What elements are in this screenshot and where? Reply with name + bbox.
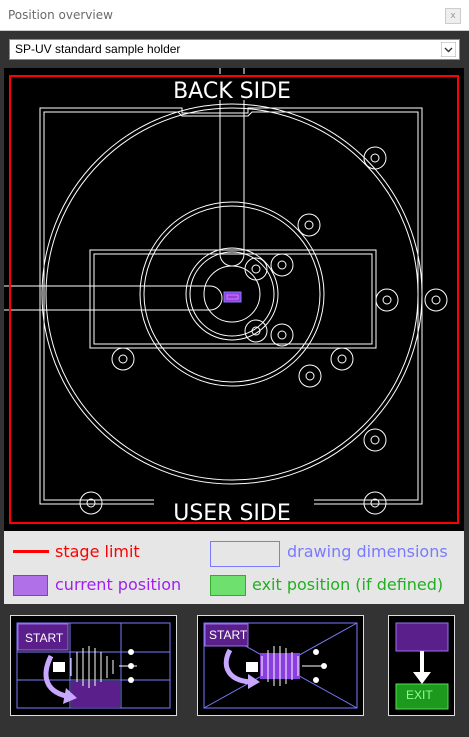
left-slot (4, 285, 223, 311)
legend-stage-limit: stage limit (55, 542, 140, 561)
sample-holder-value: SP-UV standard sample holder (15, 42, 181, 56)
window-title: Position overview (8, 8, 113, 22)
legend-current-position: current position (55, 575, 182, 594)
move-start-grid-button[interactable]: START (10, 615, 177, 716)
legend-drawing-dimensions: drawing dimensions (287, 542, 448, 561)
legend-exit-position: exit position (if defined) (252, 575, 444, 594)
move-exit-button[interactable]: EXIT (388, 615, 455, 716)
close-icon: x (450, 11, 456, 21)
legend-panel: stage limit drawing dimensions current p… (4, 531, 464, 604)
start-label: START (25, 631, 64, 645)
sample-holder-select[interactable]: SP-UV standard sample holder (9, 39, 460, 60)
current-position-swatch (13, 575, 48, 596)
current-position-marker (223, 291, 242, 303)
chevron-down-icon[interactable] (441, 42, 456, 57)
exit-label: EXIT (406, 688, 433, 702)
move-start-diagonal-button[interactable]: START (197, 615, 364, 716)
back-side-label: BACK SIDE (173, 79, 291, 104)
start-label-2: START (209, 628, 248, 642)
user-side-label: USER SIDE (173, 501, 291, 526)
stage-drawing: BACK SIDE USER SIDE (4, 68, 459, 526)
close-button[interactable]: x (445, 8, 461, 24)
stage-limit-swatch (13, 550, 49, 553)
title-bar: Position overview x (0, 0, 469, 31)
exit-position-swatch (210, 575, 246, 596)
stage-canvas: BACK SIDE USER SIDE (4, 68, 464, 531)
position-overview-window: Position overview x SP-UV standard sampl… (0, 0, 469, 737)
drawing-dimensions-swatch (210, 541, 280, 567)
